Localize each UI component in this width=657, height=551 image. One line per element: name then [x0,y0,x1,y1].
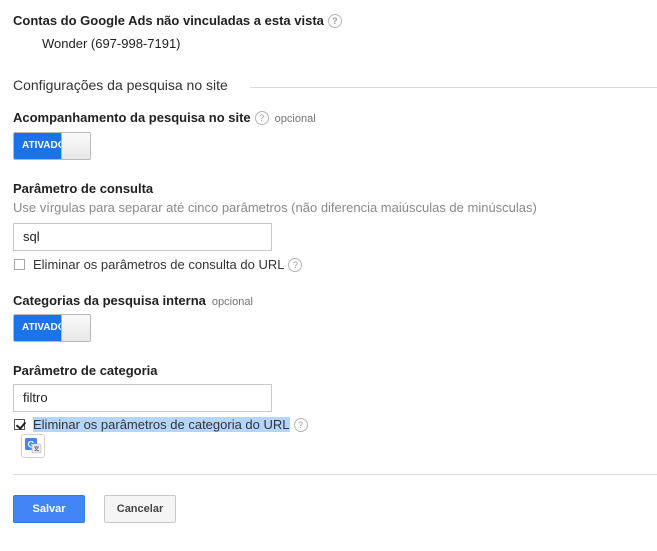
internal-search-categories-toggle[interactable]: ATIVADO [13,314,91,342]
google-translate-icon[interactable]: G [21,434,45,458]
section-divider [250,87,657,88]
help-icon[interactable]: ? [293,417,308,432]
strip-category-parameters-row: Eliminar os parâmetros de categoria do U… [13,417,308,433]
category-parameter-label: Parâmetro de categoria [13,363,158,378]
site-search-tracking-toggle[interactable]: ATIVADO [13,132,91,160]
toggle-knob [61,133,90,159]
strip-query-parameters-checkbox[interactable] [14,259,25,270]
internal-search-categories-label: Categorias da pesquisa interna [13,293,206,308]
strip-query-parameters-row: Eliminar os parâmetros de consulta do UR… [13,257,303,273]
strip-category-parameters-label[interactable]: Eliminar os parâmetros de categoria do U… [33,417,290,432]
site-search-tracking-heading: Acompanhamento da pesquisa no site? opcio… [13,110,316,126]
toggle-knob [61,315,90,341]
help-icon[interactable]: ? [327,13,342,28]
help-icon[interactable]: ? [288,257,303,272]
linked-accounts-heading: Contas do Google Ads não vinculadas a es… [13,13,342,29]
help-icon[interactable]: ? [254,110,269,125]
section-title: Configurações da pesquisa no site [13,77,228,93]
linked-account-item: Wonder (697-998-7191) [42,36,181,51]
save-button[interactable]: Salvar [13,495,85,523]
query-parameter-label: Parâmetro de consulta [13,181,154,196]
linked-accounts-title: Contas do Google Ads não vinculadas a es… [13,13,324,28]
footer-divider [13,474,657,475]
toggle-on-label: ATIVADO [14,315,62,341]
query-parameter-input[interactable]: sql [13,223,272,251]
cancel-button[interactable]: Cancelar [104,495,176,523]
strip-category-parameters-checkbox[interactable] [14,419,25,430]
query-parameter-hint: Use vírgulas para separar até cinco parâ… [13,200,537,215]
strip-query-parameters-label[interactable]: Eliminar os parâmetros de consulta do UR… [33,257,284,272]
optional-label: opcional [211,296,253,308]
toggle-on-label: ATIVADO [14,133,62,159]
site-search-tracking-label: Acompanhamento da pesquisa no site [13,110,251,125]
internal-search-categories-heading: Categorias da pesquisa interna opcional [13,293,253,308]
optional-label: opcional [274,113,316,125]
category-parameter-input[interactable]: filtro [13,384,272,412]
